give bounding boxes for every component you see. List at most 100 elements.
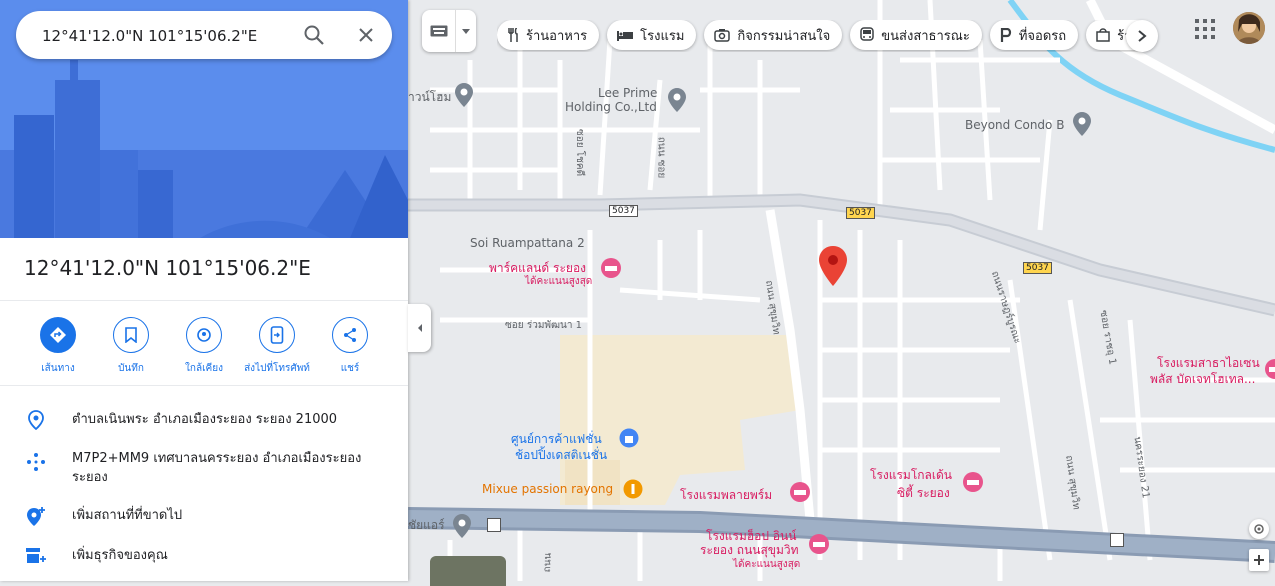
street-label: ถนน xyxy=(542,552,554,573)
keyboard-icon[interactable] xyxy=(422,10,455,52)
add-business-text: เพิ่มธุรกิจของคุณ xyxy=(72,548,168,563)
map-label-lee-prime-holding[interactable]: Holding Co.,Ltd xyxy=(565,100,657,114)
plus-code-row[interactable]: M7P2+MM9 เทศบาลนครระยอง อำเภอเมืองระยอง … xyxy=(0,449,408,487)
share-button[interactable]: แชร์ xyxy=(312,317,388,376)
address-row[interactable]: ตำบลเนินพระ อำเภอเมืองระยอง ระยอง 21000 xyxy=(0,410,408,430)
location-pin-icon xyxy=(28,410,44,430)
collapse-panel-button[interactable] xyxy=(408,304,431,352)
add-missing-place-row[interactable]: เพิ่มสถานที่ที่ขาดไป xyxy=(0,506,408,528)
chip-label: โรงแรม xyxy=(640,28,685,44)
my-location-button[interactable] xyxy=(1249,519,1269,539)
add-missing-place-text: เพิ่มสถานที่ที่ขาดไป xyxy=(72,508,183,523)
search-icon xyxy=(304,25,324,45)
chip-things-to-do[interactable]: กิจกรรมน่าสนใจ xyxy=(704,20,843,50)
send-to-phone-label: ส่งไปที่โทรศัพท์ xyxy=(244,363,310,374)
save-button[interactable]: บันทึก xyxy=(93,317,169,376)
shopping-marker-icon[interactable] xyxy=(619,428,639,452)
nearby-icon xyxy=(197,328,211,342)
plus-icon xyxy=(1254,555,1264,565)
avatar-icon xyxy=(1233,12,1265,44)
search-box xyxy=(16,11,392,59)
map-label-soi-ruam-thai: ซอย ร่วมพัฒนา 1 xyxy=(505,320,583,331)
account-avatar[interactable] xyxy=(1233,12,1265,44)
map-label-fashion-mall-2[interactable]: ช้อปปิ้งเดสติเนชั่น xyxy=(515,446,607,465)
camera-icon xyxy=(714,29,731,42)
input-tools-button[interactable] xyxy=(422,10,476,52)
hotel-icon xyxy=(617,31,634,41)
share-label: แชร์ xyxy=(340,363,360,374)
apps-grid-icon xyxy=(1195,19,1215,39)
street-label: ซอย โชคดี xyxy=(574,128,586,177)
hotel-marker-icon[interactable] xyxy=(789,481,811,507)
nearby-label: ใกล้เคียง xyxy=(185,363,223,374)
directions-button[interactable]: เส้นทาง xyxy=(20,317,96,376)
add-business-icon xyxy=(26,548,46,563)
crosshair-icon xyxy=(1254,524,1264,534)
map-label-park-land-rating: ได้คะแนนสูงสุด xyxy=(525,276,593,287)
chip-label: ขนส่งสาธารณะ xyxy=(881,28,970,44)
zoom-in-button[interactable] xyxy=(1249,549,1269,571)
map-label-hop-inn-rating: ได้คะแนนสูงสุด xyxy=(733,559,801,570)
apps-grid-button[interactable] xyxy=(1193,17,1217,41)
plus-code-text: M7P2+MM9 เทศบาลนครระยอง อำเภอเมืองระยอง … xyxy=(72,451,362,485)
chip-label: ร้านอาหาร xyxy=(526,28,588,44)
highway-3-shield-icon xyxy=(487,517,501,536)
poi-pin-icon[interactable] xyxy=(455,83,473,111)
chevron-right-icon xyxy=(1138,30,1147,42)
close-icon xyxy=(359,28,373,42)
map-label-soi-ruampattana: Soi Ruampattana 2 xyxy=(470,236,585,250)
add-business-row[interactable]: เพิ่มธุรกิจของคุณ xyxy=(0,546,408,566)
bookmark-icon xyxy=(125,327,137,343)
hotel-marker-icon[interactable] xyxy=(600,257,622,283)
directions-icon xyxy=(50,327,66,343)
street-label: ถนน ซอย xyxy=(655,136,667,179)
selected-location-pin-icon[interactable] xyxy=(819,246,847,290)
chip-label: ที่จอดรถ xyxy=(1018,28,1067,44)
map-label-lee-prime[interactable]: Lee Prime xyxy=(598,86,657,100)
save-label: บันทึก xyxy=(118,363,144,374)
chips-scroll-right-button[interactable] xyxy=(1126,20,1158,52)
parking-icon xyxy=(1000,28,1011,42)
send-to-phone-icon xyxy=(270,326,284,344)
chip-restaurants[interactable]: ร้านอาหาร xyxy=(497,20,600,50)
map-label-golden-city-hotel-2[interactable]: ซิตี้ ระยอง xyxy=(897,484,950,503)
directions-label: เส้นทาง xyxy=(41,363,75,374)
chip-hotels[interactable]: โรงแรม xyxy=(607,20,697,50)
chevron-left-icon xyxy=(417,324,422,332)
search-button[interactable] xyxy=(302,23,326,47)
map-label-chai-air[interactable]: ชัยแอร์ xyxy=(408,516,445,535)
place-panel: 12°41'12.0"N 101°15'06.2"E เส้นทาง บันทึ… xyxy=(0,0,408,581)
restaurant-marker-icon[interactable] xyxy=(623,479,643,503)
highway-3-shield-icon xyxy=(1110,532,1124,551)
route-shield-5037: 5037 xyxy=(1023,262,1052,274)
share-icon xyxy=(344,328,356,342)
hotel-marker-icon[interactable] xyxy=(808,533,830,559)
map-thumbnail[interactable] xyxy=(430,556,506,586)
poi-pin-icon[interactable] xyxy=(1073,112,1091,140)
nearby-button[interactable]: ใกล้เคียง xyxy=(166,317,242,376)
chevron-down-icon[interactable] xyxy=(455,10,476,52)
hotel-marker-icon[interactable] xyxy=(962,471,984,497)
search-input[interactable] xyxy=(40,23,304,49)
transit-icon xyxy=(860,27,875,41)
route-shield-5037: 5037 xyxy=(609,205,638,217)
map-label-townhome[interactable]: าวน์โฮม xyxy=(408,88,451,107)
send-to-phone-button[interactable]: ส่งไปที่โทรศัพท์ xyxy=(239,317,315,376)
category-chips: ร้านอาหาร โรงแรม กิจกรรมน่าสนใจ ขนส่งสาธ… xyxy=(497,20,1157,52)
poi-pin-icon[interactable] xyxy=(668,88,686,116)
map-label-sathai-hotel-2[interactable]: พลัส บัดเจทโฮเทล... xyxy=(1150,370,1255,389)
chip-transit[interactable]: ขนส่งสาธารณะ xyxy=(850,20,982,50)
add-place-icon xyxy=(27,507,45,526)
map-label-plai-palm-hotel[interactable]: โรงแรมพลายพร์ม xyxy=(680,486,772,505)
hotel-marker-icon[interactable] xyxy=(1264,358,1275,384)
map-label-beyond-condo[interactable]: Beyond Condo B xyxy=(965,118,1064,132)
chip-parking[interactable]: ที่จอดรถ xyxy=(989,20,1079,50)
poi-pin-icon[interactable] xyxy=(453,514,471,542)
place-title: 12°41'12.0"N 101°15'06.2"E xyxy=(24,256,311,280)
clear-search-button[interactable] xyxy=(354,23,378,47)
address-text: ตำบลเนินพระ อำเภอเมืองระยอง ระยอง 21000 xyxy=(72,412,338,427)
map-label-golden-city-hotel[interactable]: โรงแรมโกลเด้น xyxy=(870,466,952,485)
chip-label: กิจกรรมน่าสนใจ xyxy=(737,28,831,44)
map-label-mixue[interactable]: Mixue passion rayong xyxy=(482,482,613,496)
route-shield-5037: 5037 xyxy=(846,207,875,219)
